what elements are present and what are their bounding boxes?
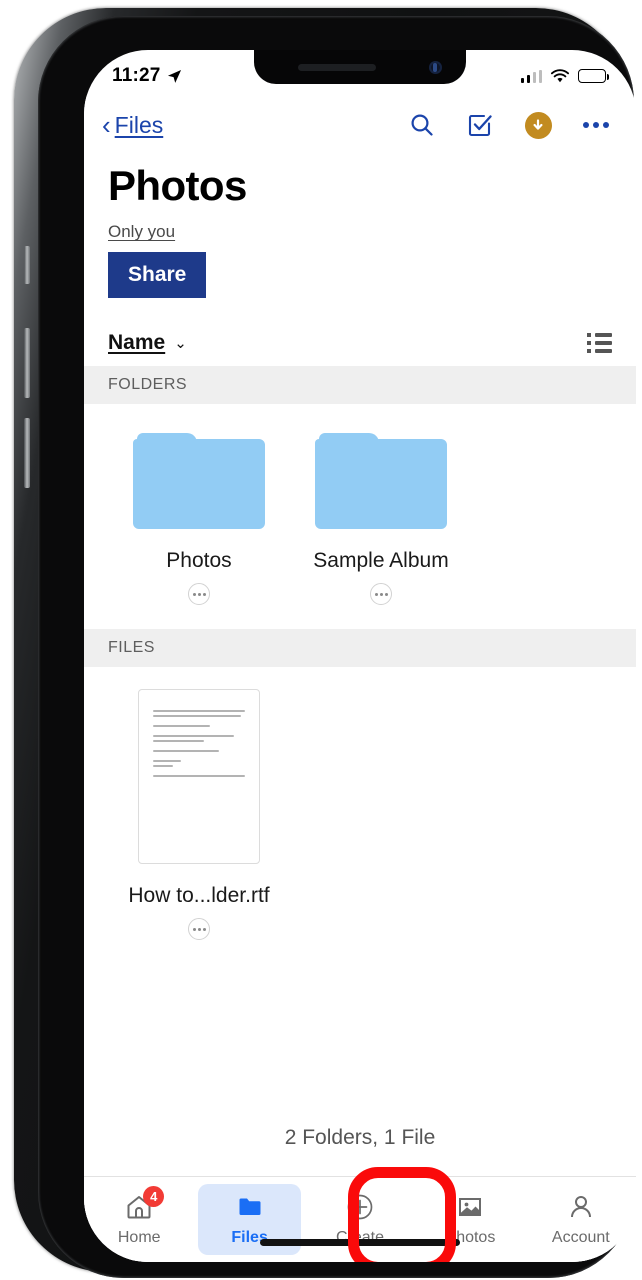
phone-bezel: 11:27 ‹ Files Photos Only you Share Name…	[38, 16, 636, 1278]
folder-item[interactable]: Photos	[108, 426, 290, 606]
tab-home[interactable]: 4 Home	[88, 1184, 190, 1255]
home-badge: 4	[143, 1186, 165, 1207]
title-block: Photos Only you Share	[84, 154, 636, 299]
search-icon[interactable]	[408, 111, 436, 139]
back-to-files-button[interactable]: ‹ Files	[102, 112, 163, 139]
item-count-text: 2 Folders, 1 File	[284, 1126, 436, 1149]
folder-icon	[235, 1192, 265, 1222]
folder-label: Sample Album	[313, 549, 449, 573]
home-icon: 4	[124, 1186, 165, 1222]
section-header-files: FILES	[84, 629, 636, 668]
tab-label: Account	[551, 1229, 610, 1246]
app-content: ‹ Files Photos Only you Share Name ⌄ FOL…	[84, 96, 636, 1262]
download-icon[interactable]	[524, 111, 552, 139]
tab-account[interactable]: Account	[530, 1184, 632, 1255]
silent-switch[interactable]	[24, 246, 30, 284]
home-indicator[interactable]	[260, 1239, 460, 1246]
folder-icon	[133, 426, 265, 530]
phone-frame: 11:27 ‹ Files Photos Only you Share Name…	[14, 8, 636, 1278]
tab-bar: 4 Home Files Create Photos Account	[84, 1167, 636, 1262]
cellular-signal-icon	[520, 69, 542, 83]
navigation-bar: ‹ Files	[84, 96, 636, 154]
share-status-link[interactable]: Only you	[108, 222, 175, 242]
back-label: Files	[114, 111, 164, 138]
file-item[interactable]: How to...lder.rtf	[108, 689, 290, 941]
chevron-down-icon: ⌄	[174, 335, 187, 353]
folder-more-button[interactable]	[370, 583, 392, 606]
volume-up-button[interactable]	[24, 328, 30, 398]
folder-icon	[315, 426, 447, 530]
folder-label: Photos	[166, 549, 232, 573]
wifi-icon	[550, 68, 570, 82]
folder-more-button[interactable]	[188, 583, 210, 606]
battery-full-icon	[578, 69, 610, 83]
status-bar-right	[520, 68, 610, 84]
earpiece-speaker	[298, 64, 376, 71]
status-bar-left: 11:27	[112, 65, 182, 87]
notch	[254, 50, 466, 84]
list-view-icon[interactable]	[587, 333, 612, 354]
tab-label: Home	[117, 1229, 161, 1246]
status-time: 11:27	[112, 65, 161, 86]
share-button[interactable]: Share	[108, 252, 207, 299]
file-more-button[interactable]	[188, 918, 210, 941]
section-header-folders: FOLDERS	[84, 366, 636, 405]
sort-by-name-button[interactable]: Name ⌄	[108, 331, 187, 355]
more-options-icon[interactable]	[582, 111, 610, 139]
chevron-left-icon: ‹	[102, 110, 111, 140]
sort-label: Name	[108, 331, 166, 355]
plus-circle-icon	[345, 1192, 375, 1222]
folders-grid: Photos Sample Album	[84, 404, 636, 606]
sort-bar: Name ⌄	[84, 320, 636, 366]
phone-screen: 11:27 ‹ Files Photos Only you Share Name…	[84, 50, 636, 1262]
person-icon	[566, 1192, 596, 1222]
folder-item[interactable]: Sample Album	[290, 426, 472, 606]
files-grid: How to...lder.rtf	[84, 667, 636, 941]
nav-actions	[408, 111, 610, 139]
document-thumbnail	[138, 689, 260, 865]
front-camera-icon	[429, 61, 442, 74]
location-arrow-icon	[167, 69, 181, 83]
file-label: How to...lder.rtf	[128, 884, 270, 908]
photo-icon	[455, 1192, 485, 1222]
volume-down-button[interactable]	[24, 418, 30, 488]
select-checkbox-icon[interactable]	[466, 111, 494, 139]
page-title: Photos	[108, 162, 247, 209]
